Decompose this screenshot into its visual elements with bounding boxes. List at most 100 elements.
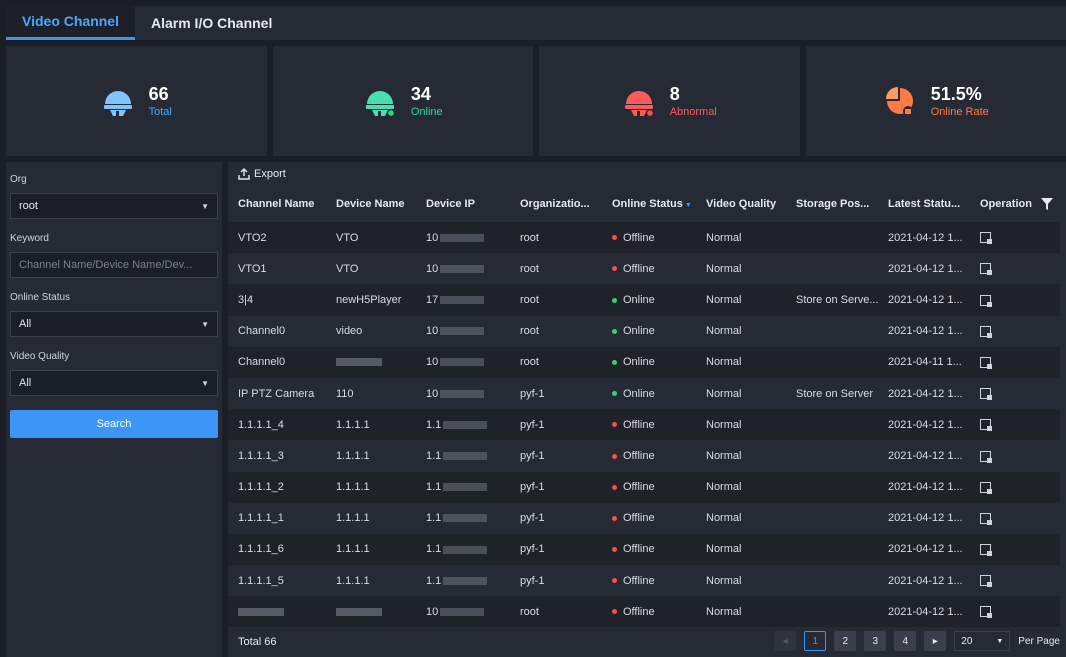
status-dot-icon bbox=[612, 515, 617, 521]
cell-latest-status: 2021-04-12 1... bbox=[878, 471, 970, 503]
online-status-select[interactable]: All ▼ bbox=[10, 311, 218, 337]
table-row[interactable]: Channel0 10 root Online Normal 2021-04-11 1..… bbox=[228, 346, 1060, 378]
per-page-select[interactable]: 20 ▼ bbox=[954, 631, 1011, 651]
cell-channel-name: IP PTZ Camera bbox=[228, 377, 326, 410]
view-details-icon[interactable] bbox=[980, 419, 992, 432]
ip-text: 1.1 bbox=[426, 418, 442, 431]
cell-device-name: 1.1.1.1 bbox=[326, 440, 416, 472]
video-quality-select[interactable]: All ▼ bbox=[10, 370, 218, 396]
stat-online-rate: 51.5% Online Rate bbox=[805, 46, 1066, 156]
table-row[interactable]: IP PTZ Camera 110 10 pyf-1 Online Normal Store… bbox=[228, 377, 1060, 410]
col-storage-position[interactable]: Storage Pos... bbox=[786, 186, 878, 223]
camera-abnormal-icon bbox=[624, 91, 654, 117]
prev-page-button[interactable]: ◂ bbox=[774, 631, 797, 651]
col-video-quality[interactable]: Video Quality bbox=[696, 186, 786, 223]
export-button[interactable]: Export bbox=[254, 168, 286, 180]
cell-latest-status: 2021-04-12 1... bbox=[878, 222, 970, 254]
view-details-icon[interactable] bbox=[980, 388, 992, 401]
col-device-ip[interactable]: Device IP bbox=[416, 186, 510, 223]
cell-online-status: Offline bbox=[602, 502, 696, 534]
view-details-icon[interactable] bbox=[980, 294, 992, 307]
cell-online-status: Online bbox=[602, 284, 696, 316]
sort-caret-icon[interactable]: ▼ bbox=[685, 202, 692, 209]
cell-organization: root bbox=[510, 284, 602, 316]
col-online-status[interactable]: Online Status ▼ bbox=[602, 186, 696, 223]
redacted-ip bbox=[440, 358, 485, 367]
cell-online-status: Online bbox=[602, 377, 696, 410]
cell-storage-position bbox=[786, 596, 878, 628]
redacted-ip bbox=[443, 576, 488, 585]
table-row[interactable]: 1.1.1.1_6 1.1.1.1 1.1 pyf-1 Offline Normal 202… bbox=[228, 533, 1060, 566]
cell-channel-name: 1.1.1.1_1 bbox=[228, 502, 326, 534]
page-button-2[interactable]: 2 bbox=[834, 631, 857, 651]
cell-storage-position bbox=[786, 315, 878, 347]
page-button-3[interactable]: 3 bbox=[864, 631, 887, 651]
view-details-icon[interactable] bbox=[980, 232, 992, 245]
filter-icon[interactable] bbox=[1041, 197, 1054, 210]
cell-latest-status: 2021-04-12 1... bbox=[878, 502, 970, 534]
video-quality-value: All bbox=[19, 377, 32, 389]
table-row[interactable]: 1.1.1.1_1 1.1.1.1 1.1 pyf-1 Offline Normal 202… bbox=[228, 502, 1060, 534]
org-select[interactable]: root ▼ bbox=[10, 193, 218, 219]
org-select-value: root bbox=[19, 200, 38, 212]
cell-device-name: 110 bbox=[326, 377, 416, 410]
cell-organization: pyf-1 bbox=[510, 502, 602, 534]
stat-abnormal-label: Abnormal bbox=[669, 106, 717, 118]
tab-alarm-io-channel[interactable]: Alarm I/O Channel bbox=[135, 6, 288, 40]
tab-video-channel[interactable]: Video Channel bbox=[6, 6, 135, 40]
table-toolbar: Export bbox=[228, 162, 1066, 186]
table-row[interactable]: 3|4 newH5Player 17 root Online Normal Store on… bbox=[228, 284, 1060, 316]
view-details-icon[interactable] bbox=[980, 606, 992, 619]
table-row[interactable]: 10 root Offline Normal 2021-04-12 1... bbox=[228, 596, 1060, 628]
view-details-icon[interactable] bbox=[980, 512, 992, 525]
cell-device-ip: 1.1 bbox=[416, 565, 510, 597]
table-row[interactable]: VTO1 VTO 10 root Offline Normal 2021-04-12 1..… bbox=[228, 253, 1060, 285]
search-button[interactable]: Search bbox=[10, 410, 218, 438]
cell-operation bbox=[970, 377, 1060, 410]
export-icon[interactable] bbox=[238, 168, 250, 180]
view-details-icon[interactable] bbox=[980, 481, 992, 494]
col-organization[interactable]: Organizatio... bbox=[510, 186, 602, 223]
table-row[interactable]: 1.1.1.1_2 1.1.1.1 1.1 pyf-1 Offline Normal 202… bbox=[228, 471, 1060, 503]
cell-video-quality: Normal bbox=[696, 222, 786, 254]
org-label: Org bbox=[10, 174, 27, 185]
table-row[interactable]: VTO2 VTO 10 root Offline Normal 2021-04-12 1..… bbox=[228, 222, 1060, 254]
cell-latest-status: 2021-04-12 1... bbox=[878, 377, 970, 410]
cell-device-ip: 10 bbox=[416, 377, 510, 410]
view-details-icon[interactable] bbox=[980, 325, 992, 338]
cell-channel-name: 1.1.1.1_5 bbox=[228, 565, 326, 597]
chevron-down-icon: ▼ bbox=[996, 637, 1004, 645]
pie-rate-icon bbox=[885, 87, 913, 116]
col-latest-status[interactable]: Latest Statu... bbox=[878, 186, 970, 223]
page-button-4[interactable]: 4 bbox=[894, 631, 917, 651]
page-button-1[interactable]: 1 bbox=[804, 631, 827, 651]
table-row[interactable]: 1.1.1.1_4 1.1.1.1 1.1 pyf-1 Offline Normal 202… bbox=[228, 409, 1060, 441]
stat-total-label: Total bbox=[148, 106, 172, 118]
chevron-down-icon: ▼ bbox=[201, 378, 209, 388]
next-page-button[interactable]: ▸ bbox=[924, 631, 947, 651]
col-operation-label: Operation bbox=[980, 197, 1032, 210]
view-details-icon[interactable] bbox=[980, 263, 992, 276]
keyword-placeholder: Channel Name/Device Name/Dev... bbox=[19, 259, 193, 271]
status-dot-icon bbox=[612, 235, 617, 241]
view-details-icon[interactable] bbox=[980, 356, 992, 369]
view-details-icon[interactable] bbox=[980, 544, 992, 557]
cell-device-name bbox=[326, 596, 416, 628]
col-device-name[interactable]: Device Name bbox=[326, 186, 416, 223]
col-channel-name[interactable]: Channel Name bbox=[228, 186, 326, 223]
table-row[interactable]: 1.1.1.1_5 1.1.1.1 1.1 pyf-1 Offline Normal 202… bbox=[228, 565, 1060, 597]
cell-online-status: Online bbox=[602, 346, 696, 378]
view-details-icon[interactable] bbox=[980, 450, 992, 463]
cell-device-name: 1.1.1.1 bbox=[326, 565, 416, 597]
cell-storage-position bbox=[786, 409, 878, 441]
cell-device-ip: 1.1 bbox=[416, 502, 510, 534]
cell-device-ip: 10 bbox=[416, 253, 510, 285]
keyword-input[interactable]: Channel Name/Device Name/Dev... bbox=[10, 252, 218, 278]
cell-device-ip: 10 bbox=[416, 315, 510, 347]
cell-device-ip: 1.1 bbox=[416, 471, 510, 503]
view-details-icon[interactable] bbox=[980, 575, 992, 588]
table-row[interactable]: 1.1.1.1_3 1.1.1.1 1.1 pyf-1 Offline Normal 202… bbox=[228, 440, 1060, 472]
table-row[interactable]: Channel0 video 10 root Online Normal 2021-04-1… bbox=[228, 315, 1060, 347]
ip-text: 1.1 bbox=[426, 449, 442, 462]
per-page-label: Per Page bbox=[1018, 635, 1060, 647]
